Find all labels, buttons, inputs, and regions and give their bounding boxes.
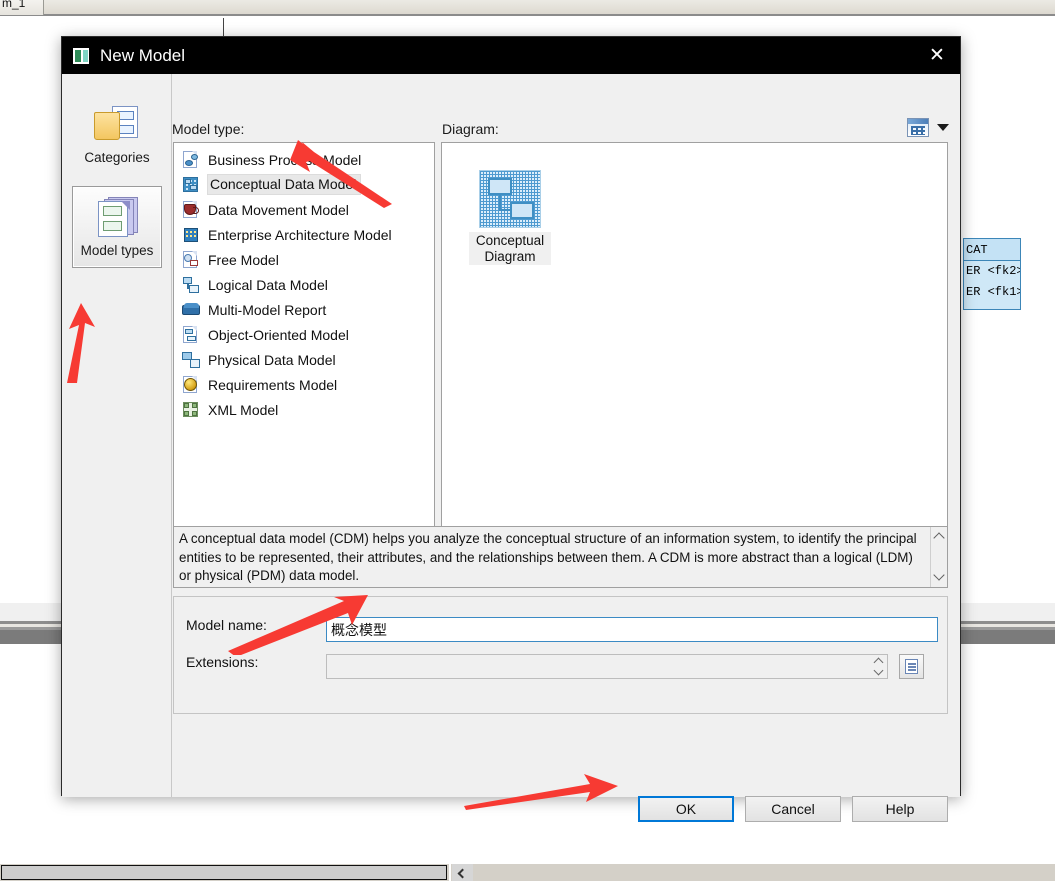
categories-icon: [94, 105, 140, 146]
model-type-item-label: Conceptual Data Model: [206, 174, 362, 195]
cancel-button[interactable]: Cancel: [745, 796, 841, 822]
model-type-label: Model type:: [172, 121, 245, 137]
model-type-item-conceptual-data-model[interactable]: Conceptual Data Model: [176, 172, 434, 197]
xml-model-icon: [182, 401, 200, 419]
background-entity-row: ER <fk2>: [966, 264, 1021, 278]
background-document-tab-label: m_1: [2, 0, 26, 10]
model-properties-group: Model name: Extensions:: [173, 596, 948, 714]
help-button[interactable]: Help: [852, 796, 948, 822]
logical-data-model-icon: [182, 276, 200, 294]
model-type-item-free-model[interactable]: Free Model: [176, 247, 434, 272]
model-type-item-label: Multi-Model Report: [208, 301, 327, 318]
scroll-up-icon[interactable]: [933, 532, 945, 544]
model-type-item-multi-model-report[interactable]: Multi-Model Report: [176, 297, 434, 322]
background-entity-row: ER <fk1>: [966, 285, 1021, 299]
extensions-row: Extensions:: [174, 654, 949, 680]
model-type-description: A conceptual data model (CDM) helps you …: [173, 526, 948, 588]
physical-data-model-icon: [182, 351, 200, 369]
requirements-model-icon: [182, 375, 200, 394]
model-type-item-label: Physical Data Model: [208, 351, 336, 368]
model-type-item-business-process-model[interactable]: Business Process Model: [176, 147, 434, 172]
model-type-item-xml-model[interactable]: XML Model: [176, 397, 434, 422]
background-document-tab[interactable]: m_1: [0, 0, 44, 15]
rail-item-model-types-label: Model types: [80, 242, 154, 258]
background-toolbar-strip: [0, 0, 1055, 16]
model-type-item-label: Business Process Model: [208, 151, 362, 168]
dialog-left-rail: Categories Model types: [62, 74, 172, 797]
enterprise-architecture-model-icon: [182, 226, 200, 244]
ok-button[interactable]: OK: [638, 796, 734, 822]
model-type-list[interactable]: Business Process Model Conceptual Data M…: [173, 142, 435, 557]
spinner-down-icon[interactable]: [873, 665, 884, 676]
model-type-item-label: Logical Data Model: [208, 276, 328, 293]
object-oriented-model-icon: [182, 325, 200, 344]
multi-model-report-icon: [182, 301, 200, 319]
dialog-body: Categories Model types Model type: Diagr…: [62, 74, 960, 822]
background-entity-table[interactable]: CAT ER <fk2> ER <fk1>: [963, 238, 1021, 310]
model-type-item-physical-data-model[interactable]: Physical Data Model: [176, 347, 434, 372]
model-type-item-label: Object-Oriented Model: [208, 326, 349, 343]
description-scrollbar[interactable]: [930, 527, 947, 587]
business-process-model-icon: [182, 150, 200, 169]
model-type-item-logical-data-model[interactable]: Logical Data Model: [176, 272, 434, 297]
model-name-input[interactable]: [326, 617, 938, 642]
background-entity-header: CAT: [964, 239, 1020, 261]
background-scrollbar-resize-grip[interactable]: [452, 864, 473, 881]
diagram-list[interactable]: Conceptual Diagram: [441, 142, 948, 557]
model-type-description-text: A conceptual data model (CDM) helps you …: [179, 531, 917, 583]
model-type-item-object-oriented-model[interactable]: Object-Oriented Model: [176, 322, 434, 347]
diagram-label: Diagram:: [442, 121, 499, 137]
view-style-icon[interactable]: [907, 118, 929, 137]
model-type-item-enterprise-architecture-model[interactable]: Enterprise Architecture Model: [176, 222, 434, 247]
extensions-spinner[interactable]: [872, 657, 885, 677]
diagram-item-conceptual-diagram[interactable]: Conceptual Diagram: [469, 170, 551, 266]
model-name-row: Model name:: [174, 617, 949, 643]
model-type-item-data-movement-model[interactable]: Data Movement Model: [176, 197, 434, 222]
new-model-icon: [73, 47, 89, 64]
browse-icon[interactable]: [899, 654, 924, 679]
background-scrollbar-gap: [449, 864, 451, 881]
extensions-label: Extensions:: [186, 654, 259, 670]
diagram-item-label: Conceptual Diagram: [469, 232, 551, 266]
new-model-dialog: New Model ✕ Categories Model types Model…: [61, 36, 961, 822]
conceptual-diagram-icon: [479, 170, 541, 228]
background-lower-canvas: [0, 856, 1055, 864]
model-type-item-label: Free Model: [208, 251, 279, 268]
background-scrollbar-thumb[interactable]: [1, 865, 447, 880]
chevron-down-icon[interactable]: [937, 124, 949, 131]
close-icon[interactable]: ✕: [914, 37, 960, 74]
scroll-down-icon[interactable]: [933, 569, 945, 581]
model-type-item-requirements-model[interactable]: Requirements Model: [176, 372, 434, 397]
dialog-title: New Model: [100, 45, 186, 65]
extensions-input[interactable]: [326, 654, 888, 679]
rail-item-categories[interactable]: Categories: [72, 94, 162, 176]
model-type-item-label: Enterprise Architecture Model: [208, 226, 392, 243]
conceptual-data-model-icon: [182, 176, 200, 194]
model-type-item-label: Requirements Model: [208, 376, 338, 393]
rail-item-categories-label: Categories: [84, 149, 150, 165]
model-name-label: Model name:: [186, 617, 267, 633]
model-type-item-label: Data Movement Model: [208, 201, 349, 218]
rail-item-model-types[interactable]: Model types: [72, 186, 162, 268]
model-type-item-label: XML Model: [208, 401, 279, 418]
free-model-icon: [182, 250, 200, 269]
model-types-icon: [94, 196, 140, 239]
data-movement-model-icon: [182, 200, 200, 219]
dialog-titlebar[interactable]: New Model ✕: [62, 37, 960, 74]
